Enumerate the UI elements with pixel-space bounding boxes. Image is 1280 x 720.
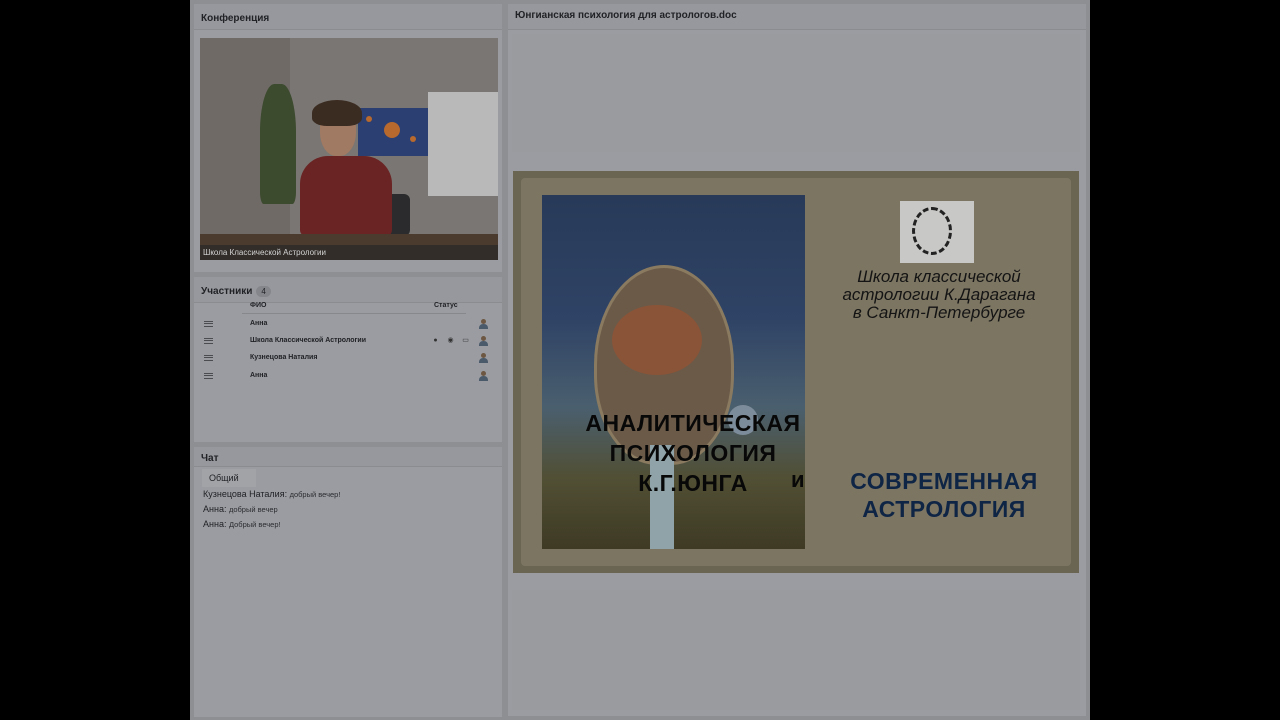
chat-message: Кузнецова Наталия: добрый вечер!	[203, 489, 340, 499]
menu-icon[interactable]	[204, 338, 213, 344]
message-text: добрый вечер	[228, 505, 278, 514]
participants-title: Участники	[201, 286, 253, 297]
participant-row[interactable]: Кузнецова Наталия	[200, 350, 496, 367]
column-header-status[interactable]: Статус	[434, 302, 458, 309]
user-icon	[479, 319, 488, 330]
message-author: Анна:	[203, 519, 227, 529]
school-logo	[900, 201, 974, 263]
conference-panel: Конференция Школа Классической Астрологи…	[194, 4, 502, 272]
school-line-3: в Санкт-Петербурге	[852, 303, 1026, 322]
chat-title: Чат	[194, 447, 502, 467]
participants-panel: Участники 4 ФИО Статус Анна Школа Классич…	[194, 277, 502, 442]
participant-name: Анна	[250, 320, 268, 327]
video-caption: Школа Классической Астрологии	[200, 245, 498, 260]
conference-title: Конференция	[194, 4, 502, 30]
video-whiteboard	[428, 92, 498, 196]
microphone-icon[interactable]: ●	[432, 337, 439, 345]
school-name: Школа классической астрологии К.Дарагана…	[813, 268, 1065, 322]
user-icon	[479, 353, 488, 364]
participant-name: Анна	[250, 372, 268, 379]
slide-title-astrology: СОВРЕМЕННАЯ АСТРОЛОГИЯ	[823, 467, 1065, 523]
document-title: Юнгианская психология для астрологов.doc	[508, 4, 1086, 30]
slide-conjunction: и	[791, 467, 805, 492]
school-line-2: астрологии К.Дарагана	[842, 285, 1036, 304]
title-astrology-line-1: СОВРЕМЕННАЯ	[850, 468, 1038, 494]
artwork-figure	[612, 305, 702, 375]
header-divider	[242, 313, 466, 314]
webcam-icon[interactable]: ◉	[447, 337, 454, 345]
video-presenter-hair	[312, 100, 362, 126]
school-line-1: Школа классической	[857, 267, 1021, 286]
participant-name: Кузнецова Наталия	[250, 354, 318, 361]
menu-icon[interactable]	[204, 355, 213, 361]
participant-row[interactable]: Анна	[200, 368, 496, 385]
video-plant	[260, 84, 296, 204]
menu-icon[interactable]	[204, 321, 213, 327]
title-astrology-line-2: АСТРОЛОГИЯ	[862, 496, 1026, 522]
screen-icon[interactable]: ▭	[462, 337, 469, 345]
sun-icon	[912, 207, 952, 255]
participants-count-badge: 4	[256, 286, 271, 297]
participant-row[interactable]: Школа Классической Астрологии ● ◉ ▭	[200, 333, 496, 350]
document-bottom-area	[512, 590, 1080, 710]
document-panel: Юнгианская психология для астрологов.doc…	[508, 4, 1086, 716]
user-icon	[479, 371, 488, 382]
webinar-app: Конференция Школа Классической Астрологи…	[190, 0, 1090, 720]
message-author: Кузнецова Наталия:	[203, 489, 288, 499]
title-jung-line-2: ПСИХОЛОГИЯ	[609, 440, 777, 466]
presentation-slide[interactable]: Школа классической астрологии К.Дарагана…	[513, 171, 1079, 573]
tab-general[interactable]: Общий	[202, 469, 256, 487]
participants-header: Участники 4	[194, 277, 502, 303]
message-text: добрый вечер!	[289, 490, 341, 499]
chat-panel: Чат Общий Кузнецова Наталия: добрый вече…	[194, 447, 502, 717]
message-text: Добрый вечер!	[228, 520, 281, 529]
column-header-name[interactable]: ФИО	[250, 302, 266, 309]
video-presenter-body	[300, 156, 392, 236]
chat-message: Анна: Добрый вечер!	[203, 519, 281, 529]
user-icon	[479, 336, 488, 347]
participant-name: Школа Классической Астрологии	[250, 337, 367, 344]
document-top-area	[512, 34, 1080, 152]
message-author: Анна:	[203, 504, 227, 514]
title-jung-line-1: АНАЛИТИЧЕСКАЯ	[585, 410, 801, 436]
video-stream[interactable]: Школа Классической Астрологии	[200, 38, 498, 260]
menu-icon[interactable]	[204, 373, 213, 379]
participant-row[interactable]: Анна	[200, 316, 496, 333]
video-poster	[358, 108, 430, 156]
chat-message: Анна: добрый вечер	[203, 504, 278, 514]
